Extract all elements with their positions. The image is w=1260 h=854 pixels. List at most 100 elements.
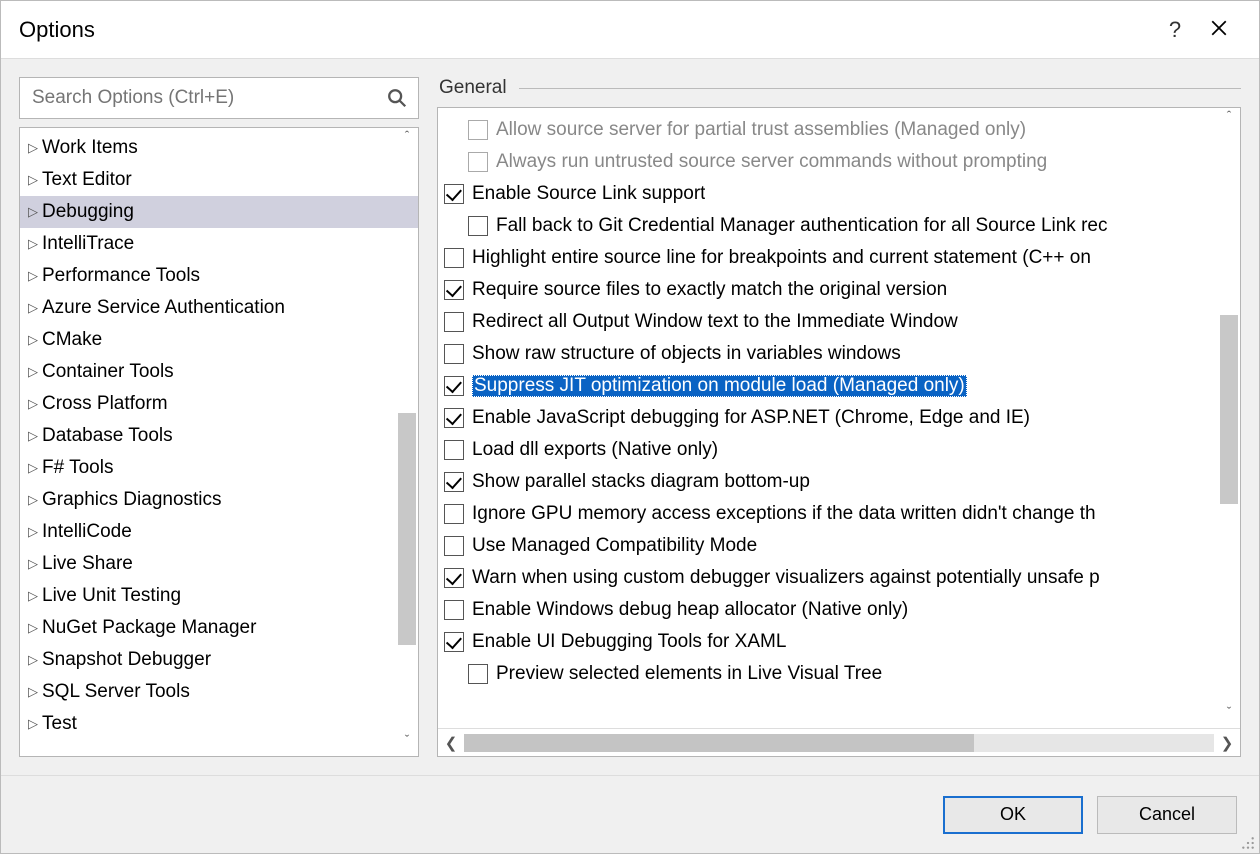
checkbox[interactable]: [444, 376, 464, 396]
option-label: Warn when using custom debugger visualiz…: [472, 567, 1100, 589]
scroll-down-icon[interactable]: ˇ: [396, 732, 418, 756]
close-icon: [1210, 19, 1228, 37]
option-row[interactable]: Enable UI Debugging Tools for XAML: [438, 626, 1240, 658]
option-row[interactable]: Require source files to exactly match th…: [438, 274, 1240, 306]
checkbox[interactable]: [444, 408, 464, 428]
scroll-up-icon[interactable]: ˆ: [396, 128, 418, 152]
option-row[interactable]: Redirect all Output Window text to the I…: [438, 306, 1240, 338]
expand-icon[interactable]: ▷: [28, 396, 42, 412]
checkbox[interactable]: [444, 536, 464, 556]
cancel-button[interactable]: Cancel: [1097, 796, 1237, 834]
tree-item[interactable]: ▷ Test: [20, 708, 418, 740]
expand-icon[interactable]: ▷: [28, 556, 42, 572]
search-input[interactable]: [32, 87, 386, 109]
tree-item[interactable]: ▷ Performance Tools: [20, 260, 418, 292]
tree-item[interactable]: ▷ Work Items: [20, 132, 418, 164]
option-row[interactable]: Show raw structure of objects in variabl…: [438, 338, 1240, 370]
tree-item[interactable]: ▷ Container Tools: [20, 356, 418, 388]
option-row[interactable]: Fall back to Git Credential Manager auth…: [438, 210, 1240, 242]
tree-item-label: Live Share: [42, 553, 133, 575]
expand-icon[interactable]: ▷: [28, 524, 42, 540]
option-row[interactable]: Show parallel stacks diagram bottom-up: [438, 466, 1240, 498]
search-box[interactable]: [19, 77, 419, 119]
expand-icon[interactable]: ▷: [28, 652, 42, 668]
expand-icon[interactable]: ▷: [28, 364, 42, 380]
expand-icon[interactable]: ▷: [28, 716, 42, 732]
expand-icon[interactable]: ▷: [28, 428, 42, 444]
tree-item-label: CMake: [42, 329, 102, 351]
checkbox[interactable]: [444, 312, 464, 332]
checkbox[interactable]: [444, 600, 464, 620]
tree-item[interactable]: ▷ Azure Service Authentication: [20, 292, 418, 324]
tree-item[interactable]: ▷ Graphics Diagnostics: [20, 484, 418, 516]
tree-item[interactable]: ▷ Database Tools: [20, 420, 418, 452]
expand-icon[interactable]: ▷: [28, 204, 42, 220]
expand-icon[interactable]: ▷: [28, 492, 42, 508]
tree-item[interactable]: ▷ Live Share: [20, 548, 418, 580]
tree-item[interactable]: ▷ Debugging: [20, 196, 418, 228]
tree-item[interactable]: ▷ Text Editor: [20, 164, 418, 196]
option-row[interactable]: Preview selected elements in Live Visual…: [438, 658, 1240, 690]
tree-item[interactable]: ▷ IntelliCode: [20, 516, 418, 548]
option-row[interactable]: Load dll exports (Native only): [438, 434, 1240, 466]
close-button[interactable]: [1197, 17, 1241, 43]
expand-icon[interactable]: ▷: [28, 684, 42, 700]
checkbox[interactable]: [444, 568, 464, 588]
expand-icon[interactable]: ▷: [28, 140, 42, 156]
option-label: Always run untrusted source server comma…: [496, 151, 1047, 173]
checkbox[interactable]: [444, 504, 464, 524]
option-row[interactable]: Highlight entire source line for breakpo…: [438, 242, 1240, 274]
option-row[interactable]: Always run untrusted source server comma…: [438, 146, 1240, 178]
checkbox[interactable]: [444, 472, 464, 492]
option-row[interactable]: Enable Windows debug heap allocator (Nat…: [438, 594, 1240, 626]
panel-vscrollbar[interactable]: ˆ ˇ: [1218, 108, 1240, 728]
tree-item[interactable]: ▷ NuGet Package Manager: [20, 612, 418, 644]
scroll-left-icon[interactable]: ❮: [438, 734, 464, 752]
panel-hscrollbar[interactable]: ❮ ❯: [438, 728, 1240, 756]
tree-item-label: SQL Server Tools: [42, 681, 190, 703]
tree-item[interactable]: ▷ Cross Platform: [20, 388, 418, 420]
checkbox[interactable]: [444, 440, 464, 460]
tree-item[interactable]: ▷ SQL Server Tools: [20, 676, 418, 708]
expand-icon[interactable]: ▷: [28, 268, 42, 284]
checkbox[interactable]: [444, 248, 464, 268]
option-row[interactable]: Enable Source Link support: [438, 178, 1240, 210]
expand-icon[interactable]: ▷: [28, 236, 42, 252]
tree-item[interactable]: ▷ Snapshot Debugger: [20, 644, 418, 676]
expand-icon[interactable]: ▷: [28, 588, 42, 604]
expand-icon[interactable]: ▷: [28, 172, 42, 188]
option-label: Suppress JIT optimization on module load…: [472, 375, 967, 397]
scroll-right-icon[interactable]: ❯: [1214, 734, 1240, 752]
option-row[interactable]: Use Managed Compatibility Mode: [438, 530, 1240, 562]
tree-item[interactable]: ▷ Live Unit Testing: [20, 580, 418, 612]
checkbox[interactable]: [444, 184, 464, 204]
option-row[interactable]: Suppress JIT optimization on module load…: [438, 370, 1240, 402]
scroll-up-icon[interactable]: ˆ: [1218, 108, 1240, 132]
option-label: Enable UI Debugging Tools for XAML: [472, 631, 786, 653]
scroll-down-icon[interactable]: ˇ: [1218, 704, 1240, 728]
ok-button[interactable]: OK: [943, 796, 1083, 834]
option-row[interactable]: Warn when using custom debugger visualiz…: [438, 562, 1240, 594]
option-label: Highlight entire source line for breakpo…: [472, 247, 1091, 269]
tree-item[interactable]: ▷ IntelliTrace: [20, 228, 418, 260]
resize-grip-icon[interactable]: [1241, 836, 1255, 850]
expand-icon[interactable]: ▷: [28, 460, 42, 476]
option-row[interactable]: Ignore GPU memory access exceptions if t…: [438, 498, 1240, 530]
tree-item-label: IntelliCode: [42, 521, 132, 543]
option-row[interactable]: Enable JavaScript debugging for ASP.NET …: [438, 402, 1240, 434]
checkbox[interactable]: [468, 216, 488, 236]
tree-item[interactable]: ▷ F# Tools: [20, 452, 418, 484]
checkbox[interactable]: [444, 632, 464, 652]
expand-icon[interactable]: ▷: [28, 332, 42, 348]
expand-icon[interactable]: ▷: [28, 620, 42, 636]
option-label: Use Managed Compatibility Mode: [472, 535, 757, 557]
checkbox[interactable]: [444, 344, 464, 364]
option-row[interactable]: Allow source server for partial trust as…: [438, 114, 1240, 146]
checkbox[interactable]: [468, 664, 488, 684]
tree-item-label: Database Tools: [42, 425, 173, 447]
help-button[interactable]: ?: [1153, 17, 1197, 43]
tree-item[interactable]: ▷ CMake: [20, 324, 418, 356]
expand-icon[interactable]: ▷: [28, 300, 42, 316]
tree-scrollbar[interactable]: ˆ ˇ: [396, 128, 418, 756]
checkbox[interactable]: [444, 280, 464, 300]
